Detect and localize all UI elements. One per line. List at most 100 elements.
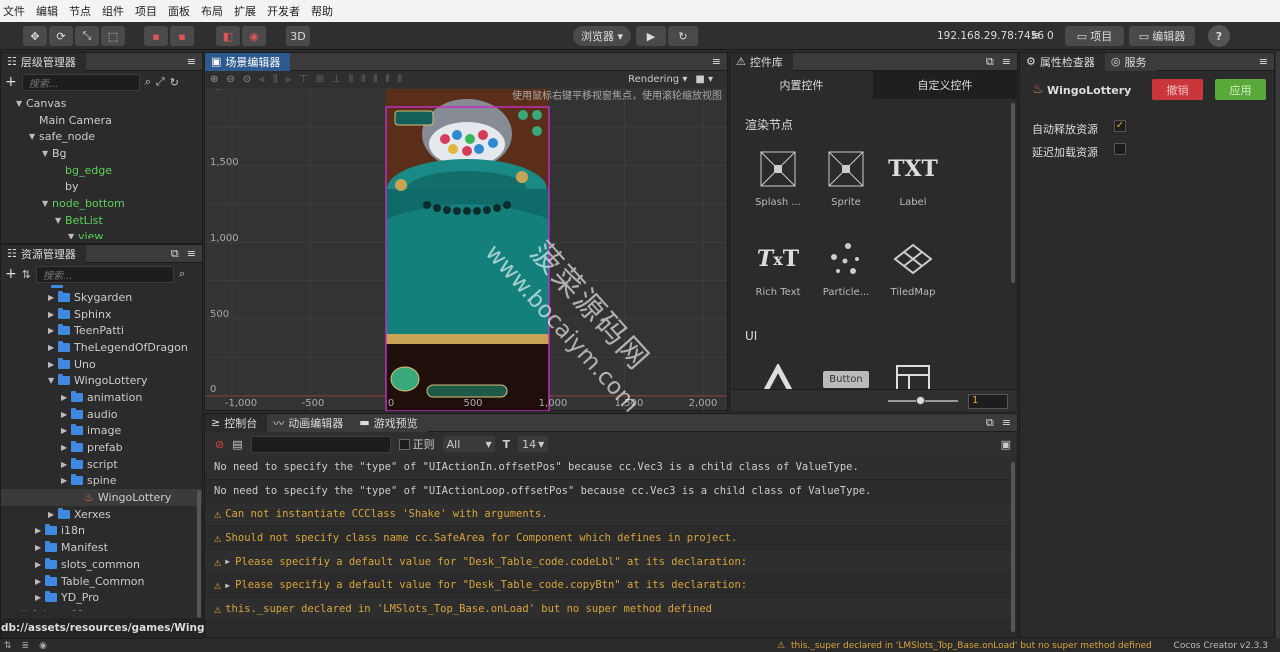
scene-viewport[interactable]: 2,000 1,500 1,000 500 0 -1,000 -500 0 500 1,000 1… bbox=[205, 89, 727, 411]
menu-icon[interactable]: ≡ bbox=[1002, 55, 1011, 68]
widget-tiledmap[interactable]: TiledMap bbox=[883, 239, 943, 298]
log-entry[interactable]: No need to specify the "type" of "UIActi… bbox=[205, 480, 1017, 504]
tree-node[interactable]: Main Camera bbox=[1, 112, 202, 129]
log-entry[interactable]: ⚠ this._super declared in 'LMSlots_Top_Ba… bbox=[205, 597, 1017, 622]
menu-item[interactable]: 编辑 bbox=[36, 3, 58, 19]
tree-node[interactable]: ▼ node_bottom bbox=[1, 195, 202, 212]
widget-label[interactable]: TXT Label bbox=[883, 149, 943, 208]
maximize-icon[interactable]: ⧉ bbox=[986, 55, 994, 69]
menu-item[interactable]: 扩展 bbox=[234, 3, 256, 19]
anchor-icon[interactable]: ◧ bbox=[216, 26, 240, 46]
distribute-icon[interactable]: ⫴ bbox=[398, 74, 402, 85]
menu-icon[interactable]: ≡ bbox=[187, 247, 196, 260]
hierarchy-search-input[interactable]: 搜索... bbox=[21, 73, 140, 91]
refresh-icon[interactable]: ↻ bbox=[170, 76, 179, 89]
add-icon[interactable]: + bbox=[5, 266, 17, 282]
inspector-tab[interactable]: ⚙ 属性检查器 bbox=[1020, 52, 1105, 71]
locate-icon[interactable]: ⤢ bbox=[156, 75, 165, 89]
expand-toggle-icon[interactable]: ▼ bbox=[55, 216, 65, 225]
chevron-right-icon[interactable]: ▶ bbox=[48, 343, 58, 352]
tree-node[interactable]: bg_edge bbox=[1, 162, 202, 179]
apply-button[interactable]: 应用 bbox=[1215, 79, 1266, 100]
search-icon[interactable]: ⌕ bbox=[145, 75, 151, 89]
chevron-right-icon[interactable]: ▶ bbox=[48, 310, 58, 319]
expand-toggle-icon[interactable]: ▼ bbox=[42, 199, 52, 208]
scale-tool-icon[interactable]: ⤡ bbox=[75, 26, 99, 46]
menu-item[interactable]: 文件 bbox=[3, 3, 25, 19]
play-icon[interactable]: ▶ bbox=[636, 26, 666, 46]
tree-node[interactable]: ▼ Canvas bbox=[1, 95, 202, 112]
log-entry[interactable]: No need to specify the "type" of "UIActi… bbox=[205, 456, 1017, 480]
refresh-icon[interactable]: ↻ bbox=[668, 26, 698, 46]
tab-builtin[interactable]: 内置控件 bbox=[730, 71, 873, 99]
menu-item[interactable]: 项目 bbox=[135, 3, 157, 19]
asset-item[interactable]: ▶ script bbox=[1, 456, 202, 473]
asset-item[interactable]: ▶ spine bbox=[1, 473, 202, 490]
chevron-right-icon[interactable]: ▶ bbox=[35, 593, 45, 602]
asset-item[interactable]: ▶▣ internal 🔒 bbox=[1, 606, 202, 611]
move-tool-icon[interactable]: ✥ bbox=[23, 26, 47, 46]
scrollbar[interactable] bbox=[1011, 103, 1015, 283]
log-entry[interactable]: ⚠ ▶ Please specifiy a default value for "D… bbox=[205, 574, 1017, 598]
chevron-right-icon[interactable]: ▶ bbox=[61, 443, 71, 452]
chevron-down-icon[interactable]: ▼ bbox=[48, 376, 58, 385]
chevron-right-icon[interactable]: ▶ bbox=[48, 326, 58, 335]
global-pivot-icon[interactable]: ▪ bbox=[170, 26, 194, 46]
chevron-right-icon[interactable]: ▶ bbox=[61, 460, 71, 469]
regex-checkbox[interactable] bbox=[398, 438, 410, 450]
menu-item[interactable]: 组件 bbox=[102, 3, 124, 19]
zoom-value-input[interactable]: 1 bbox=[968, 394, 1008, 409]
preview-mode-select[interactable]: 浏览器 ▾ bbox=[573, 26, 631, 46]
chevron-right-icon[interactable]: ▶ bbox=[35, 577, 45, 586]
asset-item[interactable]: ▶ Uno bbox=[1, 356, 202, 373]
camera-icon[interactable]: ■ ▾ bbox=[695, 74, 713, 85]
delay-load-checkbox[interactable] bbox=[1114, 143, 1126, 155]
scrollbar[interactable] bbox=[197, 490, 201, 618]
asset-item[interactable]: ▶ Manifest bbox=[1, 539, 202, 556]
chevron-right-icon[interactable]: ▶ bbox=[61, 410, 71, 419]
scene-tab[interactable]: ▣ 场景编辑器 bbox=[205, 52, 291, 71]
menu-item[interactable]: 面板 bbox=[168, 3, 190, 19]
tree-node[interactable]: ▼ safe_node bbox=[1, 128, 202, 145]
zoom-slider-handle[interactable] bbox=[916, 396, 925, 405]
align-right-icon[interactable]: ⫸ bbox=[285, 74, 291, 85]
chevron-right-icon[interactable]: ▶ bbox=[61, 476, 71, 485]
widget-sprite[interactable]: Sprite bbox=[816, 149, 876, 208]
asset-item[interactable]: ▶ slots_common bbox=[1, 556, 202, 573]
tab-custom[interactable]: 自定义控件 bbox=[873, 71, 1017, 99]
collapse-icon[interactable]: ▣ bbox=[1001, 438, 1011, 451]
tree-node[interactable]: ▼ view bbox=[1, 229, 202, 239]
editor-button[interactable]: ▭ 编辑器 bbox=[1129, 26, 1195, 46]
align-middle-icon[interactable]: ⊞ bbox=[316, 74, 324, 85]
expand-icon[interactable]: ▶ bbox=[225, 581, 230, 590]
search-icon[interactable]: ⌕ bbox=[179, 267, 185, 281]
service-tab[interactable]: ◎ 服务 bbox=[1104, 52, 1157, 71]
menu-icon[interactable]: ≡ bbox=[712, 55, 721, 68]
widget-richtext[interactable]: Tx T Rich Text bbox=[748, 239, 808, 298]
distribute-icon[interactable]: ⫴ bbox=[361, 74, 365, 85]
scrollbar[interactable] bbox=[1011, 462, 1015, 632]
tree-node[interactable]: ▼ BetList bbox=[1, 212, 202, 229]
chevron-right-icon[interactable]: ▶ bbox=[48, 293, 58, 302]
asset-item[interactable]: ▶ prefab bbox=[1, 439, 202, 456]
db-icon[interactable]: ≣ bbox=[22, 641, 30, 651]
align-bottom-icon[interactable]: ⊥ bbox=[332, 74, 341, 85]
rect-tool-icon[interactable]: ⬚ bbox=[101, 26, 125, 46]
zoom-out-icon[interactable]: ⊖ bbox=[226, 74, 234, 85]
add-icon[interactable]: + bbox=[5, 74, 17, 90]
align-top-icon[interactable]: ⊤ bbox=[299, 74, 308, 85]
asset-item[interactable]: ▶ image bbox=[1, 423, 202, 440]
font-size-select[interactable]: 14 ▼ bbox=[518, 436, 549, 452]
expand-toggle-icon[interactable]: ▼ bbox=[29, 132, 39, 141]
zoom-in-icon[interactable]: ⊕ bbox=[210, 74, 218, 85]
center-icon[interactable]: ◉ bbox=[242, 26, 266, 46]
widget-splash[interactable]: Splash ... bbox=[748, 149, 808, 208]
maximize-icon[interactable]: ⧉ bbox=[171, 247, 179, 261]
tree-node[interactable]: by bbox=[1, 178, 202, 195]
menu-icon[interactable]: ≡ bbox=[187, 55, 196, 68]
asset-item[interactable]: ▶ i18n bbox=[1, 523, 202, 540]
align-center-icon[interactable]: ⫼ bbox=[273, 74, 278, 85]
log-entry[interactable]: ⚠ ▶ Please specifiy a default value for "D… bbox=[205, 550, 1017, 574]
log-entry[interactable]: ⚠ Should not specify class name cc.SafeAr… bbox=[205, 527, 1017, 551]
chevron-right-icon[interactable]: ▶ bbox=[35, 543, 45, 552]
